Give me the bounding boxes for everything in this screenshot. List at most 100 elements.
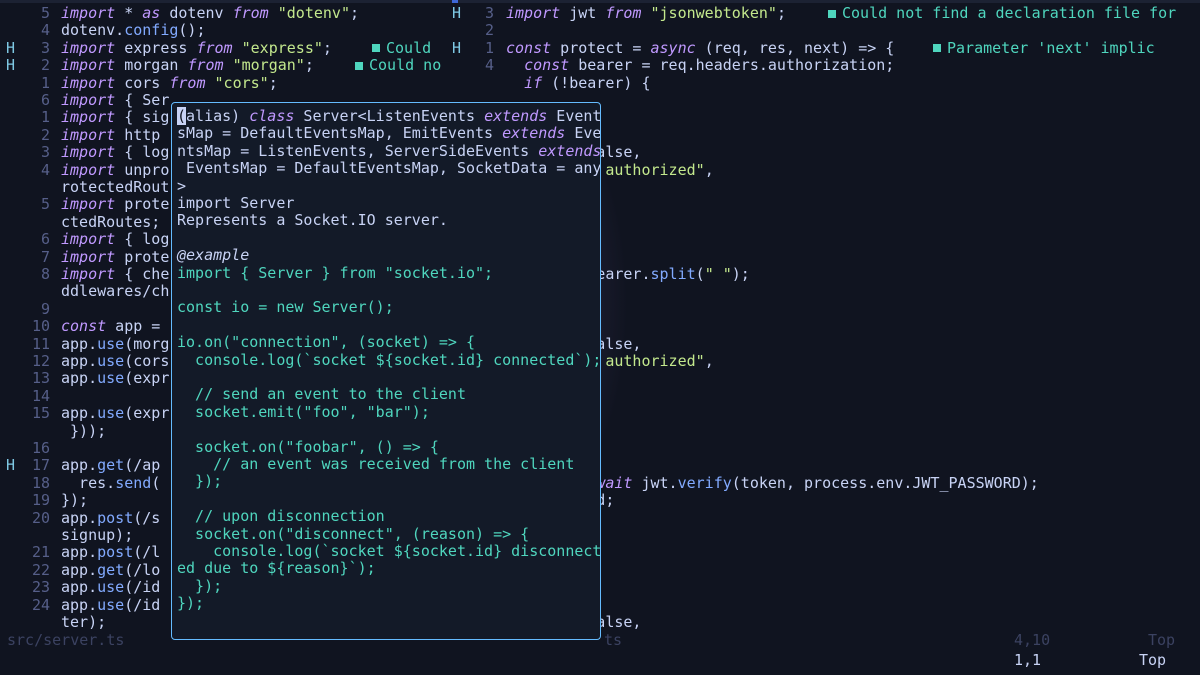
popup-line: console.log(`socket ${socket.id} connect… — [177, 350, 601, 369]
popup-line: socket.emit("foo", "bar"); — [177, 402, 430, 421]
popup-line: }); — [177, 576, 223, 595]
code-line[interactable]: 1 import cors from "cors"; — [0, 73, 450, 92]
diagnostic-message: Could no — [355, 56, 442, 75]
hint-sign: H — [452, 5, 462, 22]
code-line[interactable]: 4 const bearer = req.headers.authorizati… — [448, 56, 1200, 74]
line-number: 2 — [484, 21, 494, 40]
line-number: 15 — [31, 404, 50, 423]
code-text[interactable]: import cors from "cors"; — [61, 74, 278, 92]
code-text[interactable]: }); — [61, 491, 88, 509]
code-text[interactable]: app.post(/s — [61, 509, 160, 527]
window-topbar — [0, 0, 1200, 3]
diagnostic-icon — [355, 61, 363, 70]
hint-sign: H — [452, 38, 462, 57]
line-number: 21 — [31, 543, 50, 562]
code-text[interactable]: import { che — [61, 265, 169, 283]
popup-line: Represents a Socket.IO server. — [177, 211, 448, 230]
line-number: 24 — [31, 595, 50, 614]
code-text[interactable]: signup); — [61, 526, 133, 544]
code-text[interactable]: import * as dotenv from "dotenv"; — [61, 5, 359, 22]
code-text[interactable]: const bearer = req.headers.authorization… — [506, 56, 894, 74]
line-number: 6 — [40, 91, 50, 109]
left-status-scroll: Top — [1148, 631, 1176, 649]
diagnostic-text: Could no — [369, 56, 442, 75]
code-text[interactable]: res.send( — [61, 474, 160, 492]
code-line[interactable]: H 3 import express from "express"; Could — [0, 38, 450, 57]
code-text[interactable]: import { log — [61, 230, 169, 248]
code-text[interactable]: app.get(/lo — [61, 561, 160, 579]
line-number: 11 — [31, 334, 50, 353]
code-line[interactable]: if (!bearer) { — [448, 74, 1200, 92]
popup-line: ed due to ${reason}`); — [177, 559, 376, 578]
code-text[interactable]: })); — [61, 422, 106, 440]
line-number: 2 — [40, 56, 50, 75]
code-text[interactable]: app.get(/ap — [61, 456, 160, 474]
code-text[interactable]: app.post(/l — [61, 543, 160, 561]
code-text[interactable]: app.use(expr — [61, 404, 169, 422]
hint-sign: H — [6, 38, 16, 57]
code-text[interactable]: ctedRoutes; — [61, 213, 160, 231]
line-number: 16 — [31, 439, 50, 457]
code-text[interactable]: app.use(cors — [61, 352, 169, 370]
code-text[interactable]: dotenv.config(); — [61, 21, 206, 39]
line-number: 8 — [40, 265, 50, 283]
code-line[interactable]: 4 dotenv.config(); — [0, 21, 450, 40]
popup-line: socket.on("foobar", () => { — [177, 437, 439, 456]
line-number: 1 — [40, 108, 50, 127]
code-text[interactable]: app.use(expr — [61, 369, 169, 387]
code-text[interactable]: const app = — [61, 317, 169, 335]
status-line: src/server.ts ts 4,10 Top — [0, 630, 1200, 650]
popup-line: }); — [177, 472, 223, 491]
code-text[interactable]: import prote — [61, 248, 169, 266]
code-text[interactable]: import { log — [61, 143, 169, 161]
popup-line: (alias) class Server<ListenEvents extend… — [177, 107, 601, 125]
code-text[interactable]: if (!bearer) { — [506, 74, 650, 92]
code-text[interactable]: import express from "express"; — [61, 39, 332, 57]
code-line[interactable]: H 1 const protect = async (req, res, next)… — [448, 38, 1200, 57]
cursor-position: 1,1 — [1014, 651, 1042, 669]
left-status-position: 4,10 — [1014, 631, 1051, 649]
line-number: 4 — [40, 21, 50, 40]
code-line[interactable]: H 3 import jwt from "jsonwebtoken"; Could n… — [448, 5, 1200, 22]
line-number: 3 — [484, 5, 494, 22]
popup-line: console.log(`socket ${socket.id} disconn… — [177, 542, 601, 560]
left-status-filename: src/server.ts — [7, 631, 125, 649]
code-text[interactable]: import http — [61, 126, 169, 144]
line-number: 7 — [40, 247, 50, 266]
line-number: 19 — [31, 491, 50, 510]
code-text[interactable]: ter); — [61, 613, 106, 631]
code-text[interactable]: rotectedRout — [61, 178, 169, 196]
popup-line: }); — [177, 594, 205, 613]
code-text[interactable]: app.use(morg — [61, 335, 169, 353]
diagnostic-text: Could — [386, 38, 432, 57]
line-number: 5 — [40, 5, 50, 22]
popup-line: // send an event to the client — [177, 385, 466, 404]
command-line[interactable]: 1,1 Top — [0, 650, 1200, 670]
line-number: 1 — [484, 38, 494, 57]
line-number: 17 — [31, 456, 50, 475]
code-text[interactable]: import unpro — [61, 161, 169, 179]
hover-documentation-popup[interactable]: (alias) class Server<ListenEvents extend… — [171, 102, 601, 640]
code-text[interactable]: import jwt from "jsonwebtoken"; — [506, 5, 786, 22]
code-text[interactable]: import morgan from "morgan"; — [61, 56, 314, 74]
code-text[interactable]: const protect = async (req, res, next) =… — [506, 39, 894, 57]
line-number: 14 — [31, 386, 50, 405]
code-text[interactable]: ddlewares/ch — [61, 282, 169, 300]
popup-line: import Server — [177, 194, 295, 212]
popup-line: EventsMap = DefaultEventsMap, SocketData… — [177, 159, 601, 178]
code-text[interactable]: import prote — [61, 195, 169, 213]
code-line[interactable]: 2 — [448, 21, 1200, 40]
hint-sign: H — [6, 456, 16, 475]
popup-line: @example — [177, 246, 250, 265]
code-text[interactable]: app.use(/id — [61, 596, 160, 614]
diagnostic-icon — [372, 44, 380, 53]
code-line[interactable]: H 2 import morgan from "morgan"; Could no — [0, 56, 450, 75]
diagnostic-icon — [933, 44, 941, 53]
code-text[interactable]: import { sig — [61, 108, 169, 126]
line-number: 3 — [40, 38, 50, 57]
line-number: 22 — [31, 560, 50, 579]
code-line[interactable]: 5 import * as dotenv from "dotenv"; — [0, 5, 450, 22]
code-text[interactable]: app.use(/id — [61, 578, 160, 596]
line-number: 1 — [40, 73, 50, 92]
code-text[interactable]: import { Ser — [61, 91, 169, 109]
